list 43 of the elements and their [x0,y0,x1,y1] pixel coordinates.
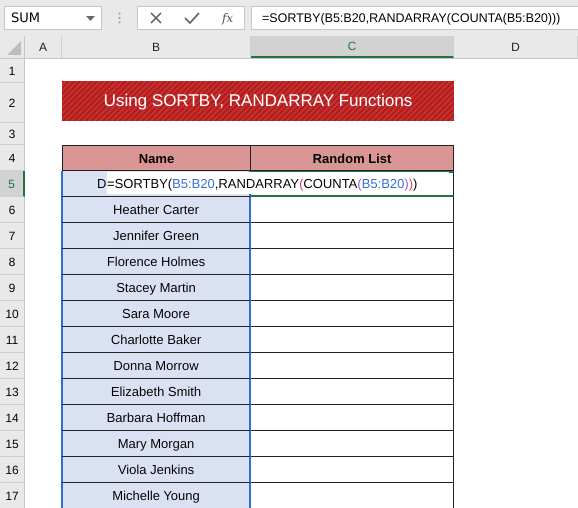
title-banner: Using SORTBY, RANDARRAY Functions [62,81,454,121]
column-header[interactable]: A [25,36,62,58]
row-header[interactable]: 5 [0,171,25,197]
check-icon[interactable] [184,11,200,25]
table-cell: Stacey Martin [61,275,251,301]
row-header[interactable]: 12 [0,353,25,379]
row-header[interactable]: 3 [0,123,25,145]
row-header[interactable]: 17 [0,483,25,508]
row-header[interactable]: 4 [0,145,25,171]
dropdown-icon [86,16,95,20]
row-header[interactable]: 1 [0,59,25,83]
row-header[interactable]: 13 [0,379,25,405]
table-cell: Viola Jenkins [61,457,251,483]
table-cell: Barbara Hoffman [61,405,251,431]
row-header[interactable]: 6 [0,197,25,223]
name-box[interactable]: SUM [4,6,102,30]
column-header[interactable]: C [251,36,454,58]
table-header: Name [62,145,251,171]
row-header[interactable]: 16 [0,457,25,483]
column-header[interactable]: D [454,36,578,58]
row-header[interactable]: 11 [0,327,25,353]
row-header[interactable]: 15 [0,431,25,457]
table-header: Random List [251,145,454,171]
table-cell: Donna Morrow [61,353,251,379]
table-cell: Jennifer Green [61,223,251,249]
row-header[interactable]: 7 [0,223,25,249]
formula-field[interactable]: =SORTBY(B5:B20,RANDARRAY(COUNTA(B5:B20))) [251,6,578,30]
row-header[interactable]: 10 [0,301,25,327]
row-header[interactable]: 9 [0,275,25,301]
table-cell: Charlotte Baker [61,327,251,353]
insert-function-button[interactable]: fx [222,11,234,25]
row-header[interactable]: 8 [0,249,25,275]
table-cell: Mary Morgan [61,431,251,457]
table-cell: Michelle Young [61,483,251,508]
table-cell: Heather Carter [61,197,251,223]
cell-editor[interactable]: =SORTBY(B5:B20,RANDARRAY(COUNTA(B5:B20))) [107,172,449,194]
table-cell: Sara Moore [61,301,251,327]
row-header[interactable]: 14 [0,405,25,431]
grip-icon [118,12,121,24]
table-cell: Florence Holmes [61,249,251,275]
close-icon[interactable] [148,11,163,25]
table-cell: Elizabeth Smith [61,379,251,405]
row-header[interactable]: 2 [0,83,25,123]
